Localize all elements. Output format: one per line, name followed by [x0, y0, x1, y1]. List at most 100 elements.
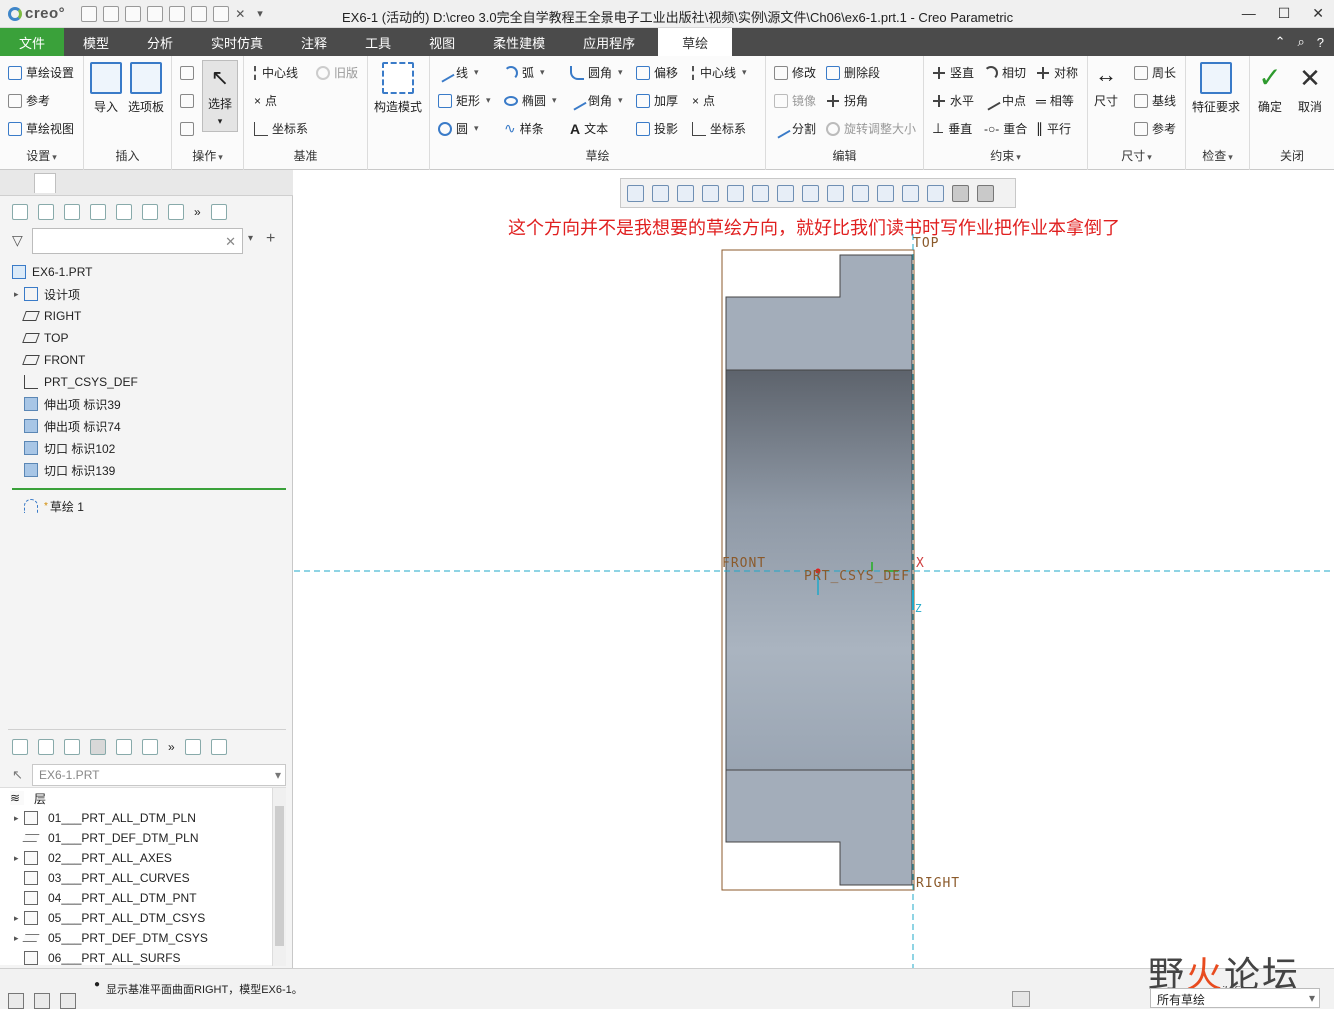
tab-tools[interactable]: 工具 — [346, 28, 410, 56]
layer-item[interactable]: ▸ 05___PRT_ALL_DTM_CSYS — [14, 908, 205, 928]
layer-properties-icon[interactable] — [184, 739, 201, 755]
tab-file[interactable]: 文件 — [0, 28, 64, 56]
group-label-dimension[interactable]: 尺寸 — [1088, 147, 1185, 164]
layer-item[interactable]: 04___PRT_ALL_DTM_PNT — [14, 888, 197, 908]
symmetric-constraint-button[interactable]: 对称 — [1036, 64, 1078, 81]
offset-button[interactable]: 偏移 — [636, 64, 678, 81]
tree-item-protrusion-39[interactable]: 伸出项 标识39 — [24, 393, 121, 415]
group-label-constrain[interactable]: 约束 — [924, 147, 1087, 164]
search-dropdown-icon[interactable]: ▾ — [248, 233, 253, 244]
full-screen-icon[interactable] — [60, 993, 76, 1009]
panel-divider[interactable] — [8, 729, 286, 730]
horizontal-constraint-button[interactable]: 水平 — [932, 92, 974, 109]
group-label-operations[interactable]: 操作 — [172, 147, 243, 164]
reference-dim-button[interactable]: 参考 — [1134, 120, 1176, 137]
spline-button[interactable]: ∿ 样条 — [504, 120, 544, 137]
csys-label[interactable]: PRT_CSYS_DEF — [804, 569, 910, 584]
open-file-icon[interactable] — [103, 5, 120, 22]
expand-arrow-icon[interactable]: ▸ — [14, 913, 24, 924]
graphics-area[interactable]: 这个方向并不是我想要的草绘方向，就好比我们读书时写作业把作业本拿倒了 TOP R… — [294, 170, 1334, 968]
datum-label-right[interactable]: RIGHT — [916, 876, 960, 891]
layer-show-icon[interactable] — [90, 739, 106, 755]
tab-analysis[interactable]: 分析 — [128, 28, 192, 56]
tree-item-cut-139[interactable]: 切口 标识139 — [24, 459, 115, 481]
close-button[interactable]: ✕ — [1312, 5, 1324, 22]
tree-collapse-icon[interactable] — [64, 204, 80, 220]
palette-button[interactable]: 选项板 — [128, 62, 164, 115]
sketch-centerline-button[interactable]: 中心线 — [692, 64, 747, 81]
windows-icon[interactable] — [213, 5, 230, 22]
circle-button[interactable]: 圆 — [438, 120, 479, 137]
selection-filter-select[interactable]: 所有草绘 — [1150, 988, 1320, 1008]
tree-show-icon[interactable] — [168, 204, 184, 220]
tree-root[interactable]: EX6-1.PRT — [12, 261, 92, 283]
toggle-browser-icon[interactable] — [34, 993, 50, 1009]
group-label-inspect[interactable]: 检查 — [1186, 147, 1249, 164]
cut-icon[interactable] — [180, 66, 194, 80]
tab-applications[interactable]: 应用程序 — [564, 28, 654, 56]
redo-icon[interactable] — [169, 5, 186, 22]
tab-view[interactable]: 视图 — [410, 28, 474, 56]
tab-simulation[interactable]: 实时仿真 — [192, 28, 282, 56]
layer-isolate-icon[interactable] — [142, 739, 158, 755]
copy-icon[interactable] — [180, 94, 194, 108]
tree-item-protrusion-74[interactable]: 伸出项 标识74 — [24, 415, 121, 437]
equal-constraint-button[interactable]: ═ 相等 — [1036, 92, 1074, 109]
arc-button[interactable]: 弧 — [504, 64, 545, 81]
layer-item[interactable]: ▸ 02___PRT_ALL_AXES — [14, 848, 172, 868]
expand-arrow-icon[interactable]: ▸ — [14, 853, 24, 864]
layer-model-select[interactable]: EX6-1.PRT — [32, 764, 286, 786]
tree-item-csys[interactable]: PRT_CSYS_DEF — [24, 371, 138, 393]
rectangle-button[interactable]: 矩形 — [438, 92, 491, 109]
select-button[interactable]: ↖ 选择 ▾ — [202, 60, 238, 132]
toggle-navigator-icon[interactable] — [8, 993, 24, 1009]
tab-flexible-modeling[interactable]: 柔性建模 — [474, 28, 564, 56]
feature-requirements-button[interactable]: 特征要求 — [1192, 62, 1240, 115]
sketch-point-button[interactable]: × 点 — [692, 92, 715, 109]
qa-dropdown-icon[interactable]: ▾ — [257, 7, 263, 20]
ok-button[interactable]: ✓ 确定 — [1258, 62, 1282, 115]
perpendicular-constraint-button[interactable]: ⊥ 垂直 — [932, 120, 972, 137]
corner-button[interactable]: 拐角 — [826, 92, 868, 109]
paste-icon[interactable] — [180, 122, 194, 136]
baseline-button[interactable]: 基线 — [1134, 92, 1176, 109]
layer-item[interactable]: ▸ 05___PRT_DEF_DTM_CSYS — [14, 928, 208, 948]
model-tree-tab-icon[interactable] — [8, 173, 30, 193]
thicken-button[interactable]: 加厚 — [636, 92, 678, 109]
expand-arrow-icon[interactable]: ▸ — [14, 813, 24, 824]
layer-more-tools-icon[interactable]: » — [168, 740, 175, 754]
datum-point-button[interactable]: × 点 — [254, 92, 277, 109]
modify-button[interactable]: 修改 — [774, 64, 816, 81]
tab-annotate[interactable]: 注释 — [282, 28, 346, 56]
minimize-button[interactable]: — — [1242, 5, 1256, 22]
mirror-button[interactable]: 镜像 — [774, 92, 816, 109]
parallel-constraint-button[interactable]: ∥ 平行 — [1036, 120, 1071, 137]
maximize-button[interactable]: ☐ — [1278, 5, 1291, 22]
folder-browser-tab-icon[interactable] — [34, 173, 56, 193]
datum-csys-button[interactable]: 坐标系 — [254, 120, 308, 137]
tree-search-input[interactable]: ✕ — [32, 228, 243, 254]
layer-hide-icon[interactable] — [116, 739, 132, 755]
dimension-button[interactable]: ↔ 尺寸 — [1094, 62, 1118, 109]
layer-collapse-icon[interactable] — [64, 739, 80, 755]
tab-model[interactable]: 模型 — [64, 28, 128, 56]
project-button[interactable]: 投影 — [636, 120, 678, 137]
layer-item[interactable]: 03___PRT_ALL_CURVES — [14, 868, 190, 888]
add-filter-icon[interactable]: + — [266, 230, 275, 248]
construction-mode-button[interactable]: 构造模式 — [374, 62, 422, 115]
group-label-settings[interactable]: 设置 — [0, 147, 83, 164]
fillet-button[interactable]: 圆角 — [570, 64, 623, 81]
layer-item[interactable]: ▸ 01___PRT_ALL_DTM_PLN — [14, 808, 196, 828]
tree-item-design-items[interactable]: ▸ 设计项 — [14, 283, 80, 305]
regenerate-icon[interactable] — [191, 5, 208, 22]
tree-columns-icon[interactable] — [90, 204, 106, 220]
sketch-view-button[interactable]: 草绘视图 — [8, 120, 74, 137]
sketch-csys-button[interactable]: 坐标系 — [692, 120, 746, 137]
search-icon[interactable]: ⌕ — [1297, 34, 1304, 50]
import-button[interactable]: 导入 — [90, 62, 122, 115]
save-icon[interactable] — [125, 5, 142, 22]
references-button[interactable]: 参考 — [8, 92, 50, 109]
layer-scrollbar[interactable] — [272, 788, 286, 966]
vertical-constraint-button[interactable]: 竖直 — [932, 64, 974, 81]
close-window-icon[interactable]: ✕ — [235, 7, 245, 21]
